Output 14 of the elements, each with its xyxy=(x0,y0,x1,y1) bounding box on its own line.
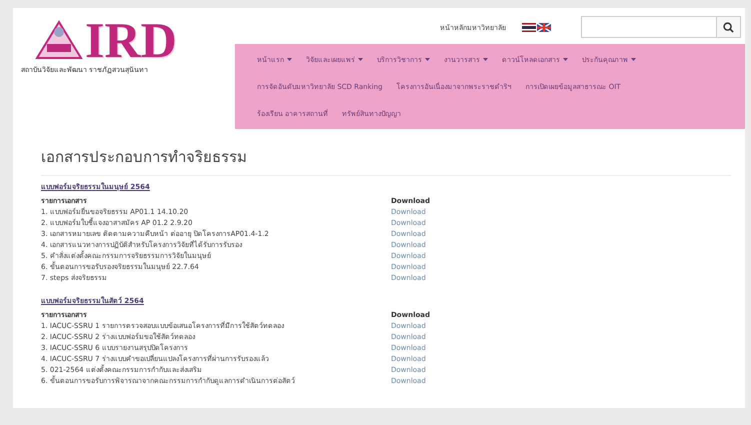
caret-icon xyxy=(358,58,363,61)
caret-icon xyxy=(563,58,568,61)
logo-text: IRD xyxy=(85,18,177,62)
search-icon xyxy=(723,22,734,32)
caret-icon xyxy=(483,58,488,61)
search-field[interactable] xyxy=(581,16,741,38)
caret-icon xyxy=(287,58,292,61)
search-button[interactable] xyxy=(716,17,740,37)
caret-icon xyxy=(631,58,636,61)
flag-icon[interactable] xyxy=(537,22,551,32)
caret-icon xyxy=(425,58,430,61)
logo-emblem-icon xyxy=(35,20,83,60)
flag-icon[interactable] xyxy=(522,22,536,32)
page-title: เอกสารประกอบการทำจริยธรรม xyxy=(41,147,248,167)
